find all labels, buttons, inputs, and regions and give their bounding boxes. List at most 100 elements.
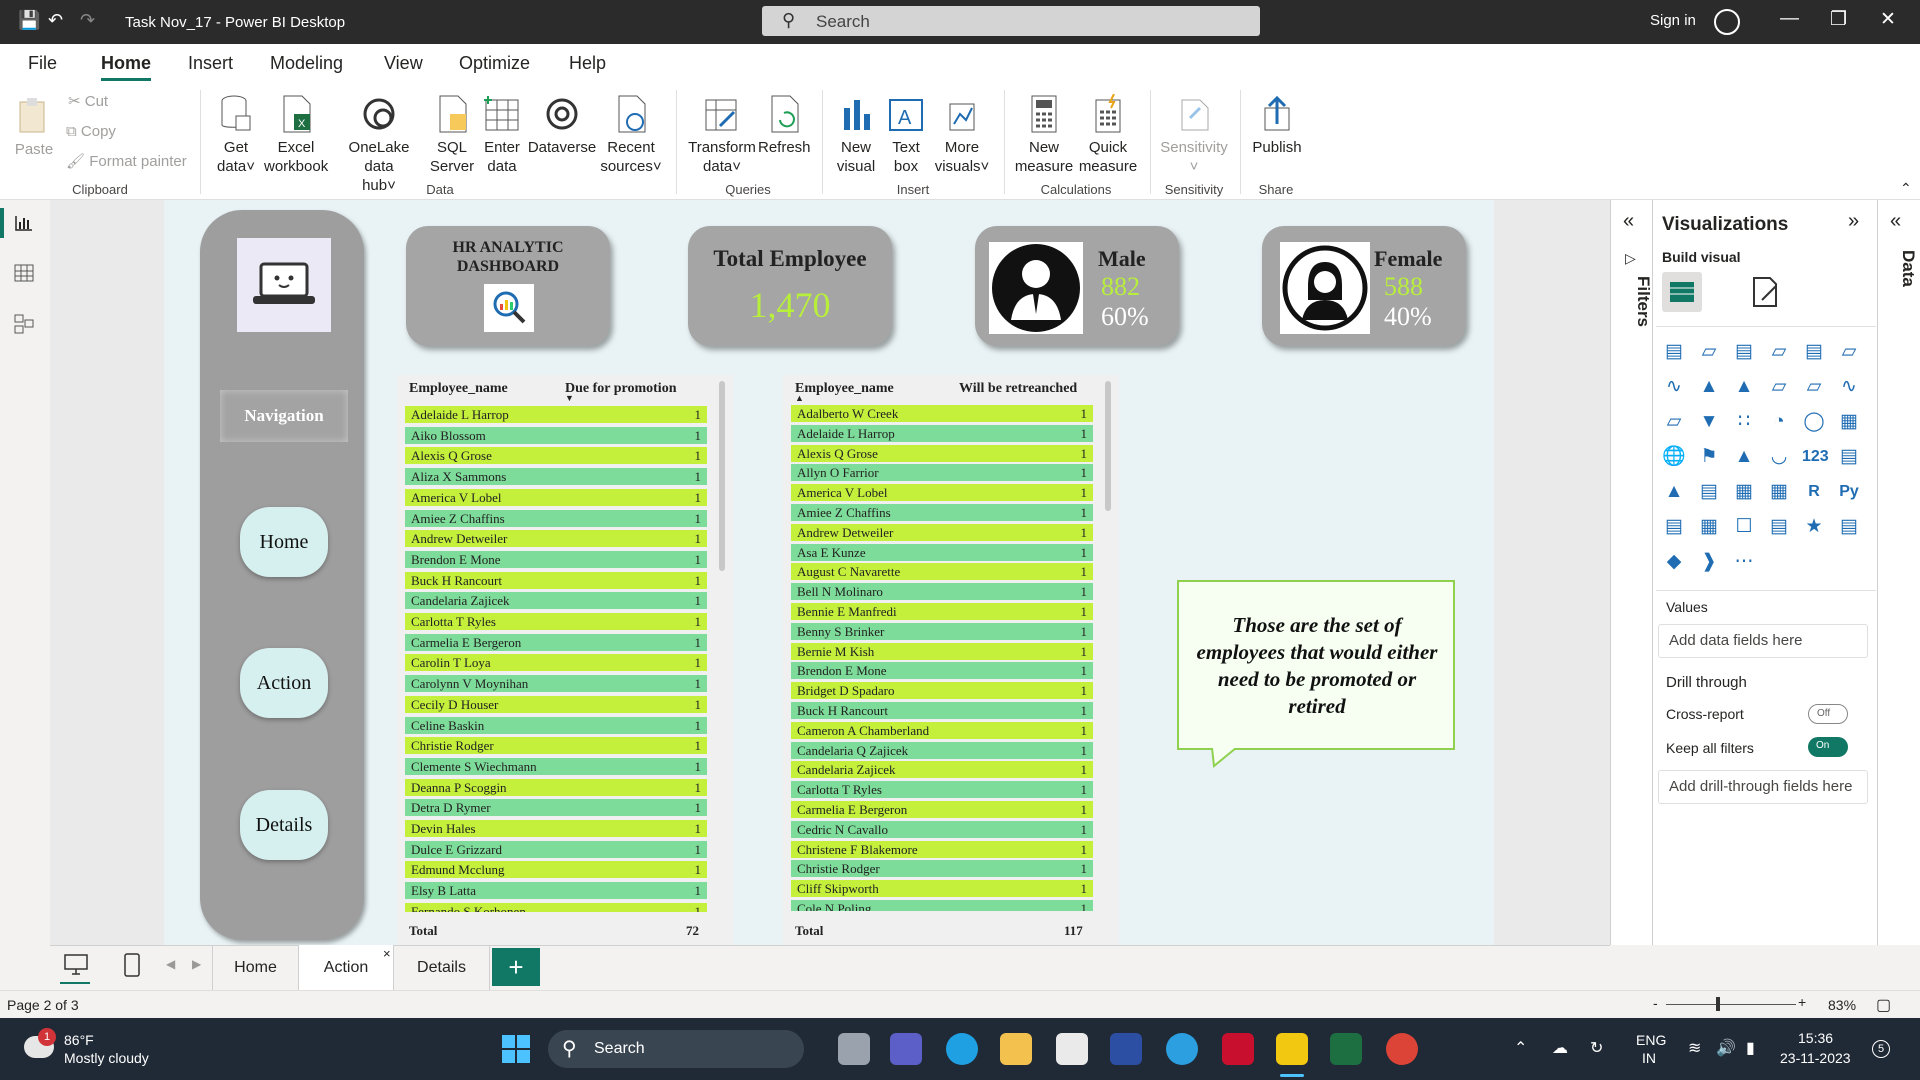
transform-data-button[interactable]: Transform data˅ bbox=[686, 94, 758, 176]
smart-narrative-icon[interactable]: ▤ bbox=[1767, 515, 1791, 539]
report-view-icon[interactable] bbox=[14, 214, 34, 232]
table-row[interactable]: Candelaria Q Zajicek 1 bbox=[791, 741, 1093, 759]
table-row[interactable]: Buck H Rancourt 1 bbox=[405, 571, 707, 589]
next-page-icon[interactable]: ▶ bbox=[192, 957, 201, 971]
table-row[interactable]: Bernie M Kish 1 bbox=[791, 642, 1093, 660]
table-row[interactable]: Andrew Detweiler 1 bbox=[791, 523, 1093, 541]
close-tab-icon[interactable]: × bbox=[383, 931, 391, 976]
scrollbar[interactable] bbox=[1105, 381, 1111, 511]
r-visual-icon[interactable]: R bbox=[1802, 480, 1826, 504]
qa-icon[interactable]: ☐ bbox=[1732, 515, 1756, 539]
zoom-slider[interactable] bbox=[1666, 1004, 1796, 1005]
table-row[interactable]: Bennie E Manfredi 1 bbox=[791, 603, 1093, 620]
table-row[interactable]: Andrew Detweiler 1 bbox=[405, 530, 707, 548]
stacked-bar-icon[interactable]: ▤ bbox=[1662, 340, 1686, 364]
table-row[interactable]: Aiko Blossom 1 bbox=[405, 426, 707, 444]
table-row[interactable]: Carmelia E Bergeron 1 bbox=[405, 633, 707, 651]
more-visuals-button[interactable]: More visuals˅ bbox=[930, 94, 994, 176]
page-tab-details[interactable]: Details bbox=[394, 945, 490, 990]
edge-icon[interactable] bbox=[946, 1033, 978, 1065]
zoom-slider-thumb[interactable] bbox=[1716, 997, 1720, 1011]
text-box-button[interactable]: A Text box bbox=[884, 94, 928, 176]
table-row[interactable]: Deanna P Scoggin 1 bbox=[405, 778, 707, 796]
format-visual-icon[interactable] bbox=[1748, 274, 1782, 310]
table-row[interactable]: Devin Hales 1 bbox=[405, 820, 707, 837]
gauge-icon[interactable]: ◡ bbox=[1767, 445, 1791, 469]
language-line-1[interactable]: ENG bbox=[1636, 1032, 1666, 1048]
show-hidden-icons[interactable]: ⌃ bbox=[1514, 1038, 1527, 1058]
table-row[interactable]: Alexis Q Grose 1 bbox=[405, 447, 707, 465]
area-icon[interactable]: ▲ bbox=[1697, 375, 1721, 399]
zoom-out-icon[interactable]: - bbox=[1653, 995, 1658, 1011]
table-row[interactable]: Aliza X Sammons 1 bbox=[405, 468, 707, 486]
table-row[interactable]: August C Navarette 1 bbox=[791, 563, 1093, 581]
funnel-icon[interactable]: ▼ bbox=[1697, 410, 1721, 434]
excel-workbook-button[interactable]: X Excel workbook bbox=[264, 94, 328, 176]
table-row[interactable]: Elsy B Latta 1 bbox=[405, 882, 707, 900]
battery-icon[interactable]: ▮ bbox=[1746, 1038, 1755, 1058]
stacked-area-icon[interactable]: ▲ bbox=[1732, 375, 1756, 399]
table-view-icon[interactable] bbox=[14, 264, 34, 282]
line-column-icon[interactable]: ▱ bbox=[1767, 375, 1791, 399]
collapse-filters-icon[interactable]: « bbox=[1623, 210, 1634, 233]
scatter-icon[interactable]: ∷ bbox=[1732, 410, 1756, 434]
table-row[interactable]: Allyn O Farrior 1 bbox=[791, 464, 1093, 482]
table-row[interactable]: Amiee Z Chaffins 1 bbox=[405, 509, 707, 527]
zoom-in-icon[interactable]: + bbox=[1798, 994, 1806, 1010]
multi-row-card-icon[interactable]: ▤ bbox=[1837, 445, 1861, 469]
scrollbar[interactable] bbox=[719, 381, 725, 571]
data-label[interactable]: Data bbox=[1898, 250, 1918, 287]
powerbi-icon[interactable] bbox=[1276, 1033, 1308, 1065]
table-row[interactable]: Carlotta T Ryles 1 bbox=[405, 613, 707, 630]
excel-icon[interactable] bbox=[1330, 1033, 1362, 1065]
wifi-icon[interactable]: ≋ bbox=[1688, 1038, 1701, 1058]
values-well[interactable]: Add data fields here bbox=[1658, 624, 1868, 658]
build-visual-tab[interactable] bbox=[1662, 272, 1702, 312]
help-app-icon[interactable] bbox=[1166, 1033, 1198, 1065]
col-header-employee-name[interactable]: Employee_name bbox=[409, 381, 508, 397]
page-tab-action[interactable]: Action × bbox=[298, 945, 394, 990]
taskbar-search[interactable]: ⚲ Search bbox=[548, 1030, 804, 1068]
menu-home[interactable]: Home bbox=[101, 53, 151, 74]
format-painter-button[interactable]: 🖌 Format painter bbox=[66, 152, 187, 171]
enter-data-button[interactable]: Enter data bbox=[480, 94, 524, 176]
get-data-button[interactable]: Get data˅ bbox=[212, 94, 260, 176]
language-line-2[interactable]: IN bbox=[1642, 1050, 1656, 1066]
power-automate-icon[interactable]: ❱ bbox=[1697, 550, 1721, 574]
table-row[interactable]: Asa E Kunze 1 bbox=[791, 543, 1093, 561]
menu-help[interactable]: Help bbox=[569, 53, 606, 74]
collapse-ribbon-icon[interactable]: ⌃ bbox=[1900, 180, 1912, 197]
cut-button[interactable]: ✂ Cut bbox=[68, 92, 108, 111]
menu-modeling[interactable]: Modeling bbox=[270, 53, 343, 74]
sql-server-button[interactable]: SQL Server bbox=[428, 94, 476, 176]
add-page-button[interactable]: + bbox=[492, 948, 540, 986]
filters-label[interactable]: Filters bbox=[1633, 276, 1653, 327]
col-header-employee-name[interactable]: Employee_name bbox=[795, 381, 894, 397]
cross-report-toggle[interactable]: Off bbox=[1808, 704, 1848, 724]
table-row[interactable]: Buck H Rancourt 1 bbox=[791, 702, 1093, 719]
nav-home-button[interactable]: Home bbox=[240, 507, 328, 577]
table-row[interactable]: Cecily D Houser 1 bbox=[405, 695, 707, 713]
paginated-report-icon[interactable]: ▤ bbox=[1837, 515, 1861, 539]
nav-action-button[interactable]: Action bbox=[240, 648, 328, 718]
store-icon[interactable] bbox=[1056, 1033, 1088, 1065]
menu-insert[interactable]: Insert bbox=[188, 53, 233, 74]
menu-file[interactable]: File bbox=[28, 53, 57, 74]
table-row[interactable]: Bridget D Spadaro 1 bbox=[791, 682, 1093, 700]
account-icon[interactable] bbox=[1714, 9, 1740, 35]
clustered-column-icon[interactable]: ▱ bbox=[1767, 340, 1791, 364]
search-input[interactable]: ⚲ Search bbox=[762, 6, 1260, 36]
redo-icon[interactable]: ↷ bbox=[80, 10, 95, 31]
table-row[interactable]: Fernando S Korhonen 1 bbox=[405, 902, 707, 912]
metrics-icon[interactable]: ★ bbox=[1802, 515, 1826, 539]
restore-icon[interactable]: ❐ bbox=[1830, 8, 1847, 31]
100pct-column-icon[interactable]: ▱ bbox=[1837, 340, 1861, 364]
map-icon[interactable]: 🌐 bbox=[1662, 445, 1686, 469]
slicer-icon[interactable]: ▤ bbox=[1697, 480, 1721, 504]
100pct-bar-icon[interactable]: ▤ bbox=[1802, 340, 1826, 364]
mcafee-icon[interactable] bbox=[1222, 1033, 1254, 1065]
table-row[interactable]: Candelaria Zajicek 1 bbox=[405, 592, 707, 610]
more-visuals-icon[interactable]: ⋯ bbox=[1732, 550, 1756, 574]
close-icon[interactable]: ✕ bbox=[1880, 8, 1896, 31]
paste-button[interactable]: Paste bbox=[14, 96, 54, 159]
